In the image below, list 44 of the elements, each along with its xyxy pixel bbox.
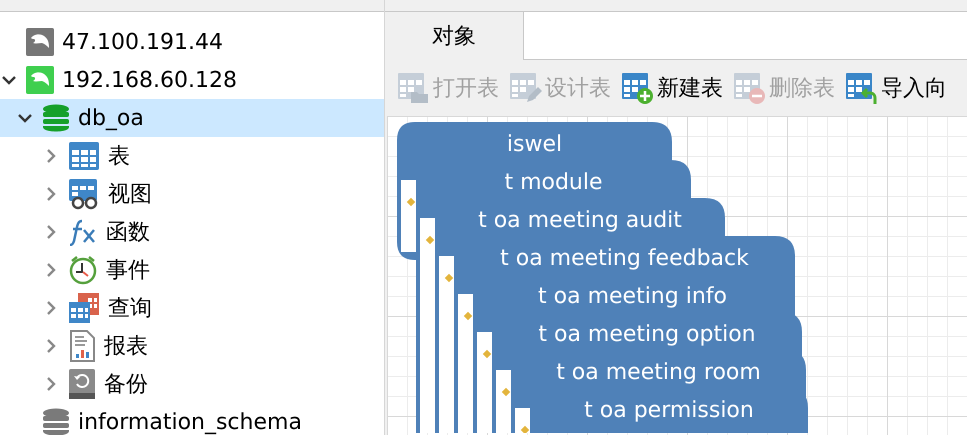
table-card-title: t oa meeting room [556,360,761,385]
tree-item-label: 192.168.60.128 [62,68,237,92]
tree-item[interactable]: information_schema [0,403,384,435]
table-glasses-icon [68,178,100,210]
toolbar-button[interactable]: 导入向 [843,72,949,104]
tree-item[interactable]: 视图 [0,175,384,213]
table-arrow-icon [845,72,879,104]
tree-item-label: 查询 [108,295,152,323]
tree-item[interactable]: 备份 [0,365,384,403]
table-card-title: t oa permission [584,398,754,423]
tree-item-label: 备份 [104,371,148,399]
report-icon [68,330,96,362]
table-card-title: iswel [506,132,562,157]
tree-item[interactable]: 报表 [0,327,384,365]
tree-item-label: 表 [108,143,130,171]
table-plus-icon [621,72,655,104]
table-folder-icon [397,72,431,104]
tree-item[interactable]: 192.168.60.128 [0,61,384,99]
table-card-title: t oa meeting audit [478,208,682,233]
table-card-title: t oa meeting feedback [500,246,749,271]
tree-item[interactable]: 47.100.191.44 [0,23,384,61]
tree-item-label: information_schema [78,410,302,434]
tree-item-label: 函数 [106,219,150,247]
fx-icon [68,218,98,246]
table-card-title: t module [504,170,603,195]
clock-icon [68,255,98,285]
tree-item-label: 报表 [104,333,148,361]
query-tables-icon [68,292,100,324]
tree-item[interactable]: 事件 [0,251,384,289]
table-card-title: t oa meeting info [538,284,727,309]
backup-icon [68,368,96,400]
table-card-title: t oa meeting option [538,322,756,347]
toolbar-button[interactable]: 新建表 [619,72,725,104]
table-minus-icon [733,72,767,104]
table-pencil-icon [509,72,543,104]
tree-item-label: 视图 [108,181,152,209]
table-icon [68,141,100,171]
tree-item-label: db_oa [78,106,144,130]
tree-item-label: 47.100.191.44 [62,30,223,54]
tree-item[interactable]: db_oa [0,99,384,137]
tree-item[interactable]: 函数 [0,213,384,251]
tree-item-label: 事件 [106,257,150,285]
tree-item[interactable]: 表 [0,137,384,175]
tree-item[interactable]: 查询 [0,289,384,327]
